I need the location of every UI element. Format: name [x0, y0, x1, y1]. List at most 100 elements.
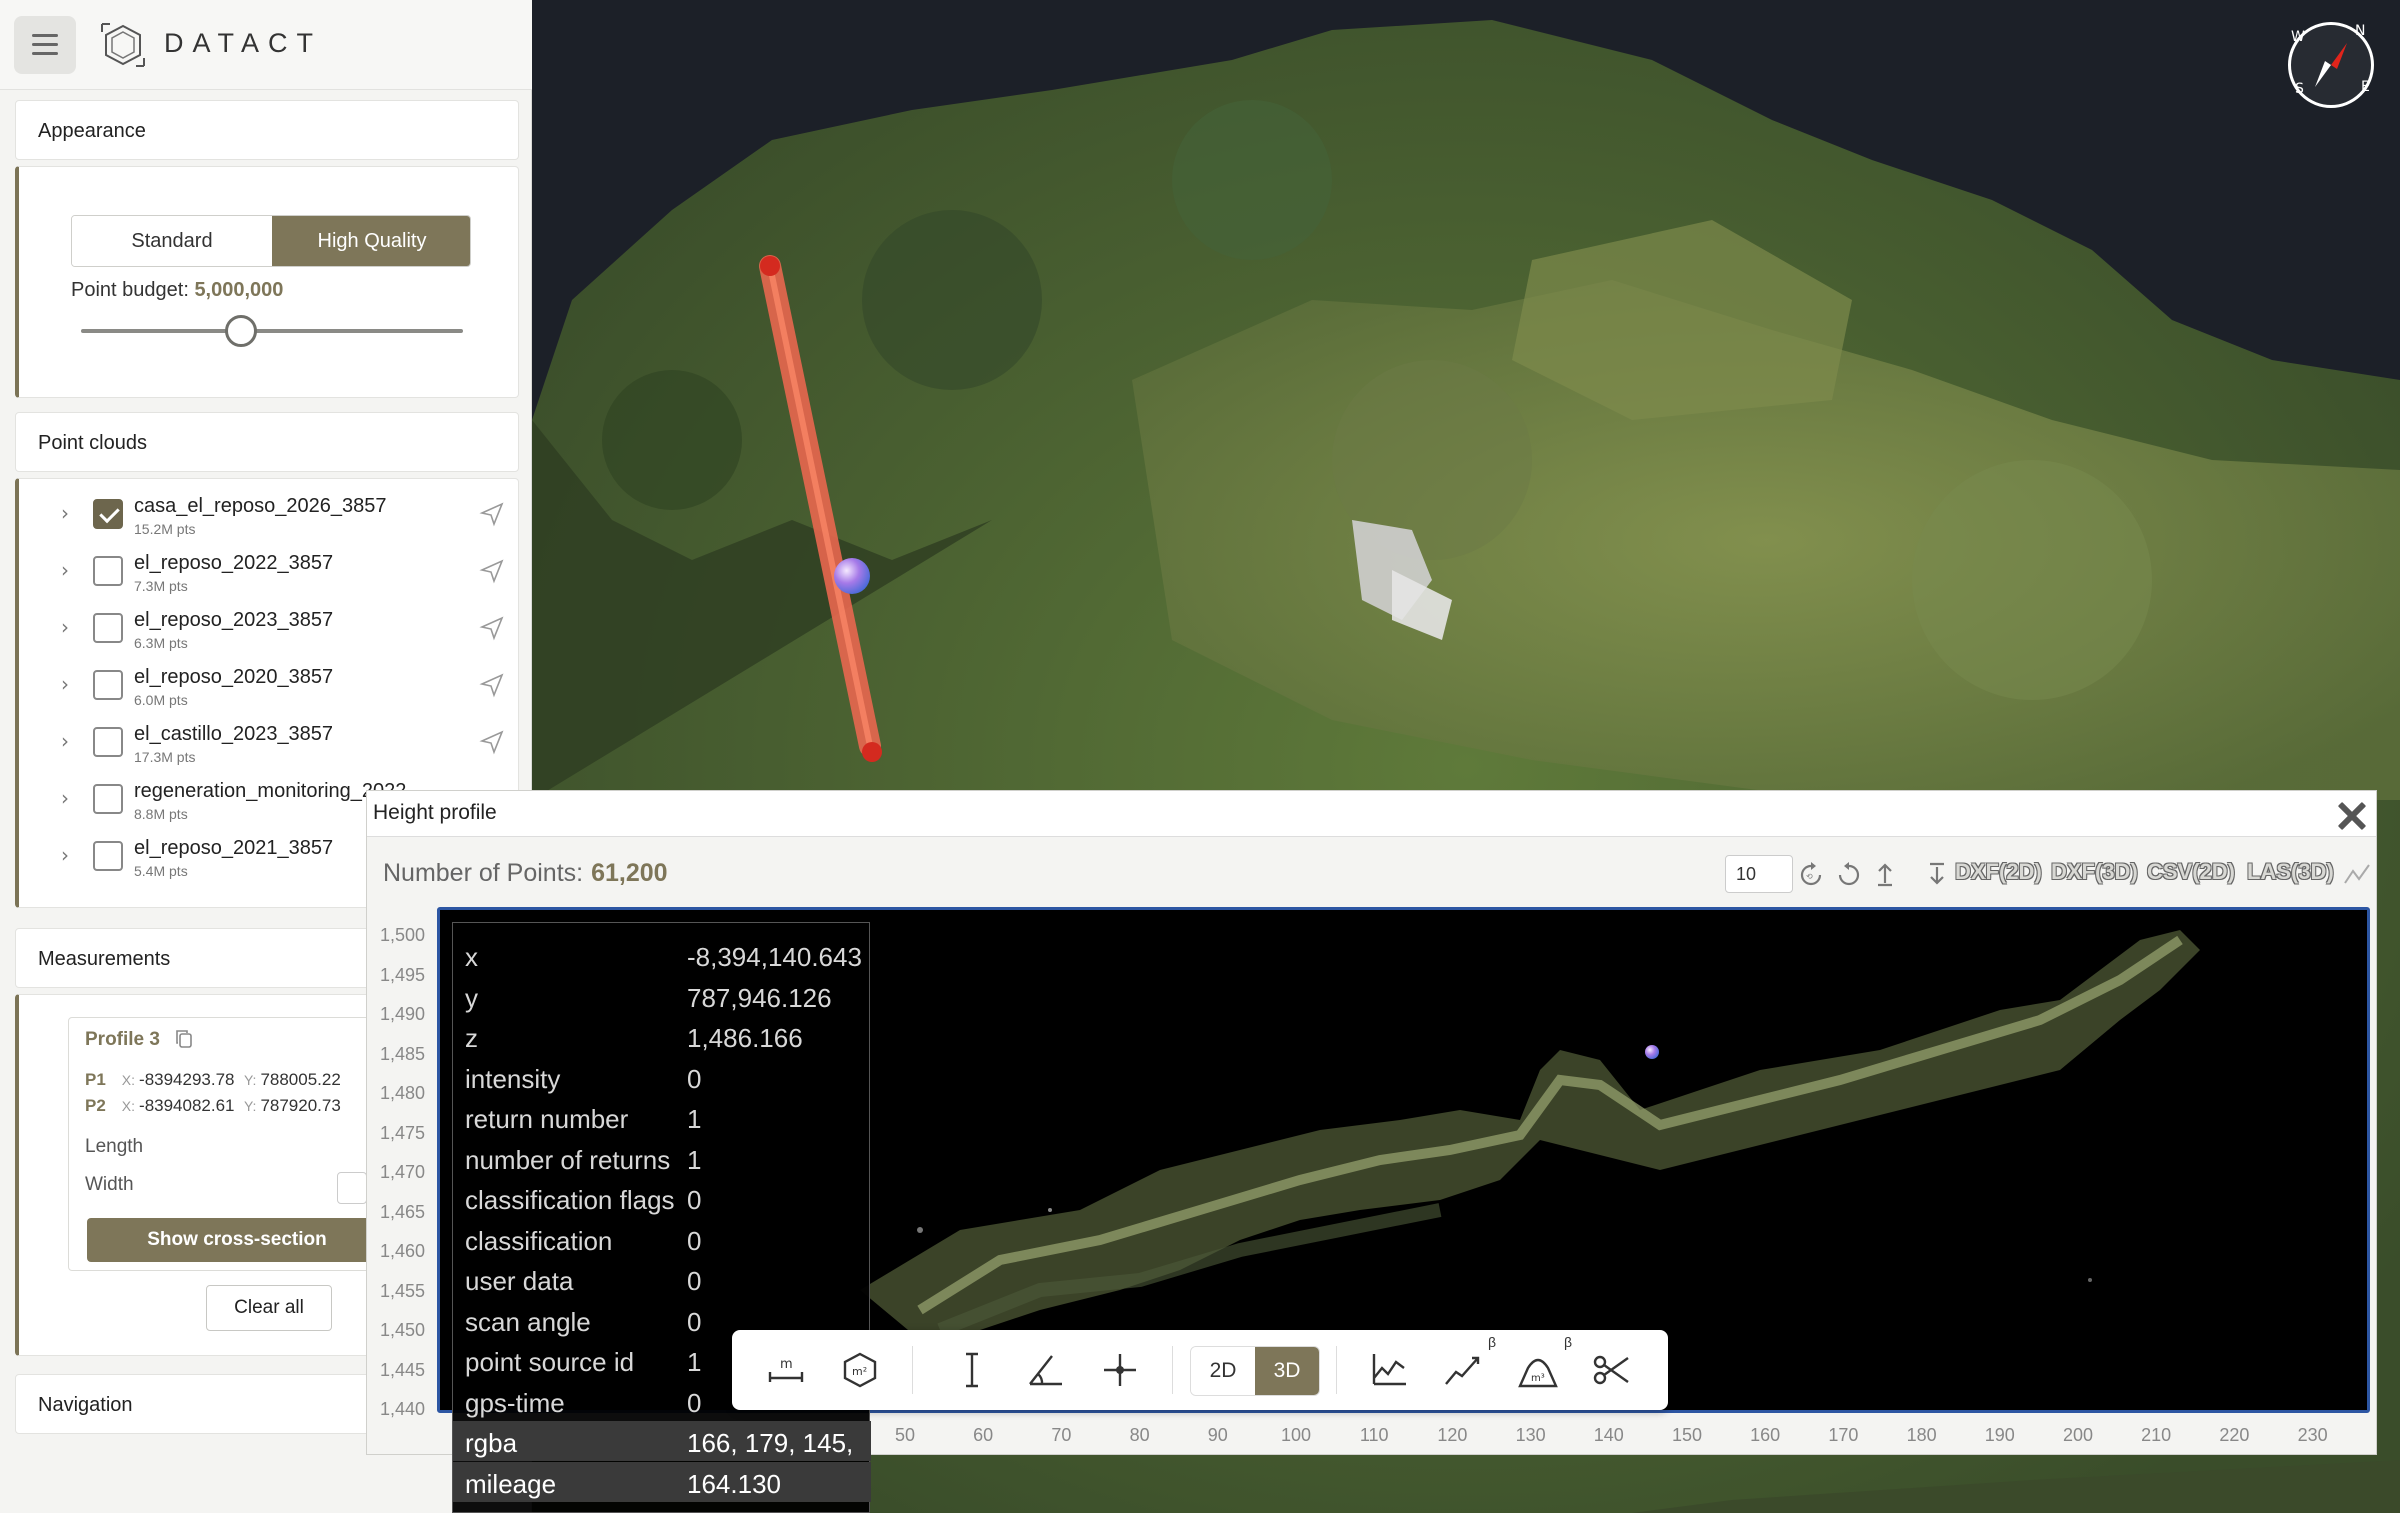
upload-icon[interactable]	[1871, 861, 1899, 889]
y-axis-tick: 1,445	[379, 1359, 425, 1380]
navigate-to-icon[interactable]	[479, 615, 505, 641]
point-clouds-title: Point clouds	[38, 432, 147, 454]
chevron-right-icon[interactable]: ›	[61, 501, 69, 525]
x-axis-tick: 120	[1437, 1425, 1468, 1445]
compass-e: E	[2361, 79, 2370, 95]
view-2d-button[interactable]: 2D	[1191, 1347, 1255, 1395]
navigate-to-icon[interactable]	[479, 558, 505, 584]
width-label: Width	[85, 1174, 134, 1195]
area-tool-icon[interactable]: m²	[838, 1348, 882, 1392]
angle-tool-icon[interactable]	[1024, 1348, 1068, 1392]
download-icon[interactable]	[1923, 861, 1951, 889]
appearance-header[interactable]: Appearance	[15, 100, 519, 160]
high-quality-mode-button[interactable]: High Quality	[272, 216, 470, 266]
view-3d-button[interactable]: 3D	[1255, 1347, 1319, 1395]
width-input[interactable]	[337, 1172, 367, 1204]
profile-chart-icon[interactable]	[2343, 861, 2371, 889]
x-axis-tick: 230	[2297, 1425, 2328, 1445]
chevron-right-icon[interactable]: ›	[61, 843, 69, 867]
x-axis-tick: 160	[1750, 1425, 1781, 1445]
point-cloud-checkbox[interactable]	[93, 556, 123, 586]
point-budget-slider-thumb[interactable]	[225, 315, 258, 347]
appearance-panel: Standard High Quality Point budget: 5,00…	[15, 166, 519, 398]
chevron-right-icon[interactable]: ›	[61, 729, 69, 753]
rotate-right-icon[interactable]	[1835, 861, 1863, 889]
point-cloud-count: 5.4M pts	[134, 863, 188, 879]
export-dxf-3d-button[interactable]: DXF(3D)	[2051, 859, 2138, 885]
point-cloud-checkbox[interactable]	[93, 784, 123, 814]
point-info-value: 1	[687, 1144, 702, 1175]
toolbar-divider	[1172, 1346, 1173, 1394]
beta-mark: β	[1488, 1334, 1497, 1350]
clip-tool-icon[interactable]	[1590, 1348, 1634, 1392]
x-axis-tick: 70	[1051, 1425, 1072, 1445]
x-axis-tick: 140	[1593, 1425, 1624, 1445]
point-cloud-item[interactable]: › el_reposo_2022_3857 7.3M pts	[49, 548, 519, 604]
y-axis-tick: 1,475	[379, 1122, 425, 1143]
compass-widget[interactable]: N S E W	[2288, 22, 2374, 108]
export-dxf-2d-button[interactable]: DXF(2D)	[1955, 859, 2042, 885]
navigate-to-icon[interactable]	[479, 729, 505, 755]
volume-tool-icon[interactable]: m³	[1516, 1348, 1560, 1392]
y-axis-tick: 1,500	[379, 925, 425, 945]
svg-text:m²: m²	[852, 1365, 867, 1378]
height-profile-titlebar[interactable]: Height profile	[367, 791, 2376, 837]
x-axis-tick: 60	[973, 1425, 994, 1445]
navigate-to-icon[interactable]	[479, 672, 505, 698]
export-csv-2d-button[interactable]: CSV(2D)	[2147, 859, 2235, 885]
y-axis-tick: 1,470	[379, 1162, 425, 1182]
x-axis-tick: 50	[894, 1425, 916, 1445]
y-axis-tick: 1,450	[379, 1320, 425, 1340]
point-info-row: return number 1	[453, 1097, 871, 1137]
point-budget-slider[interactable]	[81, 329, 463, 333]
point-info-key: mileage	[465, 1468, 557, 1499]
show-cross-section-button[interactable]: Show cross-section	[87, 1218, 387, 1262]
export-las-3d-button[interactable]: LAS(3D)	[2247, 859, 2334, 885]
standard-mode-button[interactable]: Standard	[72, 216, 272, 266]
point-tool-icon[interactable]	[1098, 1348, 1142, 1392]
point-cloud-checkbox[interactable]	[93, 727, 123, 757]
measurements-title: Measurements	[38, 948, 171, 970]
point-cloud-checkbox[interactable]	[93, 670, 123, 700]
point-info-row: intensity 0	[453, 1057, 871, 1097]
point-cloud-item[interactable]: › el_reposo_2023_3857 6.3M pts	[49, 605, 519, 661]
p1-y-prefix: Y:	[243, 1072, 257, 1088]
point-info-key: return number	[465, 1104, 629, 1134]
navigation-title: Navigation	[38, 1394, 133, 1416]
height-tool-icon[interactable]	[950, 1348, 994, 1392]
point-cloud-item[interactable]: › casa_el_reposo_2026_3857 15.2M pts	[49, 491, 519, 547]
copy-icon[interactable]	[175, 1029, 193, 1049]
svg-text:m: m	[780, 1357, 793, 1372]
slope-tool-icon[interactable]	[1442, 1348, 1486, 1392]
close-icon[interactable]	[2333, 797, 2369, 833]
number-of-points: Number of Points: 61,200	[383, 859, 668, 888]
profile-width-input[interactable]: 10	[1725, 855, 1793, 893]
y-axis-tick: 1,460	[379, 1241, 425, 1261]
point-info-value: 1	[687, 1104, 702, 1134]
point-info-value: 0	[687, 1225, 702, 1256]
point-info-key: classification	[465, 1225, 613, 1256]
point-info-key: y	[465, 982, 478, 1013]
point-cloud-checkbox[interactable]	[93, 499, 123, 529]
y-axis-tick: 1,495	[379, 964, 425, 985]
p2-x-prefix: X:	[121, 1098, 136, 1114]
point-cloud-checkbox[interactable]	[93, 841, 123, 871]
point-cloud-item[interactable]: › el_reposo_2020_3857 6.0M pts	[49, 662, 519, 718]
point-info-row: x -8,394,140.643	[453, 935, 871, 975]
menu-button[interactable]	[14, 16, 76, 74]
distance-tool-icon[interactable]: m	[764, 1348, 808, 1392]
chevron-right-icon[interactable]: ›	[61, 615, 69, 639]
chevron-right-icon[interactable]: ›	[61, 672, 69, 696]
brand-name: DATACT	[164, 28, 322, 58]
clear-all-button[interactable]: Clear all	[206, 1285, 332, 1331]
point-cloud-checkbox[interactable]	[93, 613, 123, 643]
profile-point-2: P2 X: -8394082.61 Y: 787920.73	[85, 1096, 341, 1116]
rotate-left-icon[interactable]: ⟲	[1797, 861, 1825, 889]
app-header: DATACT	[0, 0, 532, 90]
chevron-right-icon[interactable]: ›	[61, 786, 69, 810]
point-clouds-header[interactable]: Point clouds	[15, 412, 519, 472]
point-cloud-item[interactable]: › el_castillo_2023_3857 17.3M pts	[49, 719, 519, 775]
navigate-to-icon[interactable]	[479, 501, 505, 527]
profile-tool-icon[interactable]	[1368, 1348, 1412, 1392]
chevron-right-icon[interactable]: ›	[61, 558, 69, 582]
